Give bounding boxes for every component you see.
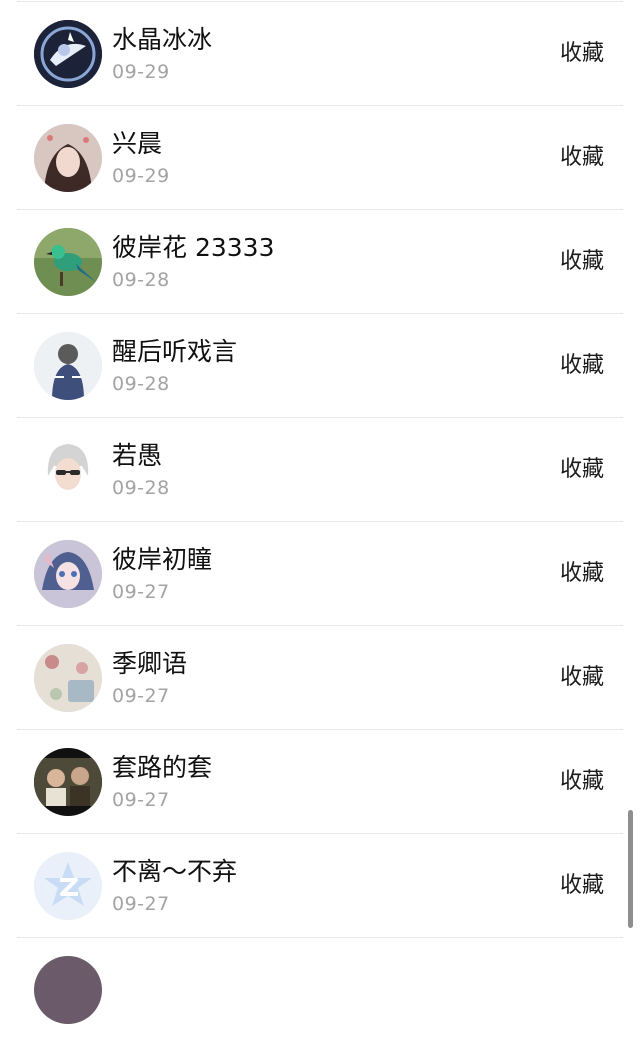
user-date: 09-27 bbox=[112, 893, 170, 915]
user-name: 若愚 bbox=[112, 441, 163, 470]
user-name: 兴晨 bbox=[112, 129, 163, 158]
list-item[interactable]: 套路的套 09-27 收藏 bbox=[0, 730, 640, 834]
person-back-avatar[interactable] bbox=[34, 332, 102, 400]
list-item[interactable]: 醒后听戏言 09-28 收藏 bbox=[0, 314, 640, 418]
favorite-button[interactable]: 收藏 bbox=[560, 144, 604, 172]
list-item[interactable]: 彼岸花 23333 09-28 收藏 bbox=[0, 210, 640, 314]
user-name: 彼岸初瞳 bbox=[112, 545, 213, 574]
favorite-button[interactable]: 收藏 bbox=[560, 248, 604, 276]
list-item[interactable]: 不离～不弃 09-27 收藏 bbox=[0, 834, 640, 938]
movie-still-avatar[interactable] bbox=[34, 748, 102, 816]
green-bird-avatar[interactable] bbox=[34, 228, 102, 296]
user-date: 09-28 bbox=[112, 477, 170, 499]
user-date: 09-27 bbox=[112, 581, 170, 603]
user-name: 彼岸花 23333 bbox=[112, 233, 275, 262]
anime-girl-avatar[interactable] bbox=[34, 540, 102, 608]
user-name: 季卿语 bbox=[112, 649, 188, 678]
girl-photo-avatar[interactable] bbox=[34, 124, 102, 192]
favorite-button[interactable]: 收藏 bbox=[560, 40, 604, 68]
list-item[interactable]: 兴晨 09-29 收藏 bbox=[0, 106, 640, 210]
favorite-button[interactable]: 收藏 bbox=[560, 456, 604, 484]
list-item[interactable]: 彼岸初瞳 09-27 收藏 bbox=[0, 522, 640, 626]
user-name: 醒后听戏言 bbox=[112, 337, 238, 366]
user-name: 水晶冰冰 bbox=[112, 25, 213, 54]
user-date: 09-27 bbox=[112, 789, 170, 811]
list-item[interactable]: 季卿语 09-27 收藏 bbox=[0, 626, 640, 730]
user-date: 09-29 bbox=[112, 165, 170, 187]
partial-avatar[interactable] bbox=[34, 956, 102, 1024]
favorite-button[interactable]: 收藏 bbox=[560, 664, 604, 692]
list-item[interactable]: 若愚 09-28 收藏 bbox=[0, 418, 640, 522]
qq-default-avatar[interactable] bbox=[34, 852, 102, 920]
favorite-button[interactable]: 收藏 bbox=[560, 560, 604, 588]
favorite-button[interactable]: 收藏 bbox=[560, 872, 604, 900]
favorite-button[interactable]: 收藏 bbox=[560, 352, 604, 380]
user-date: 09-27 bbox=[112, 685, 170, 707]
white-hair-anime-avatar[interactable] bbox=[34, 436, 102, 504]
list-item[interactable]: 水晶冰冰 09-29 收藏 bbox=[0, 2, 640, 106]
user-name: 套路的套 bbox=[112, 753, 213, 782]
favorite-button[interactable]: 收藏 bbox=[560, 768, 604, 796]
floral-photo-avatar[interactable] bbox=[34, 644, 102, 712]
user-date: 09-29 bbox=[112, 61, 170, 83]
list-item[interactable] bbox=[0, 938, 640, 1042]
scrollbar[interactable] bbox=[628, 810, 633, 928]
user-date: 09-28 bbox=[112, 269, 170, 291]
crystal-art-avatar[interactable] bbox=[34, 20, 102, 88]
user-name: 不离～不弃 bbox=[112, 857, 238, 886]
user-date: 09-28 bbox=[112, 373, 170, 395]
